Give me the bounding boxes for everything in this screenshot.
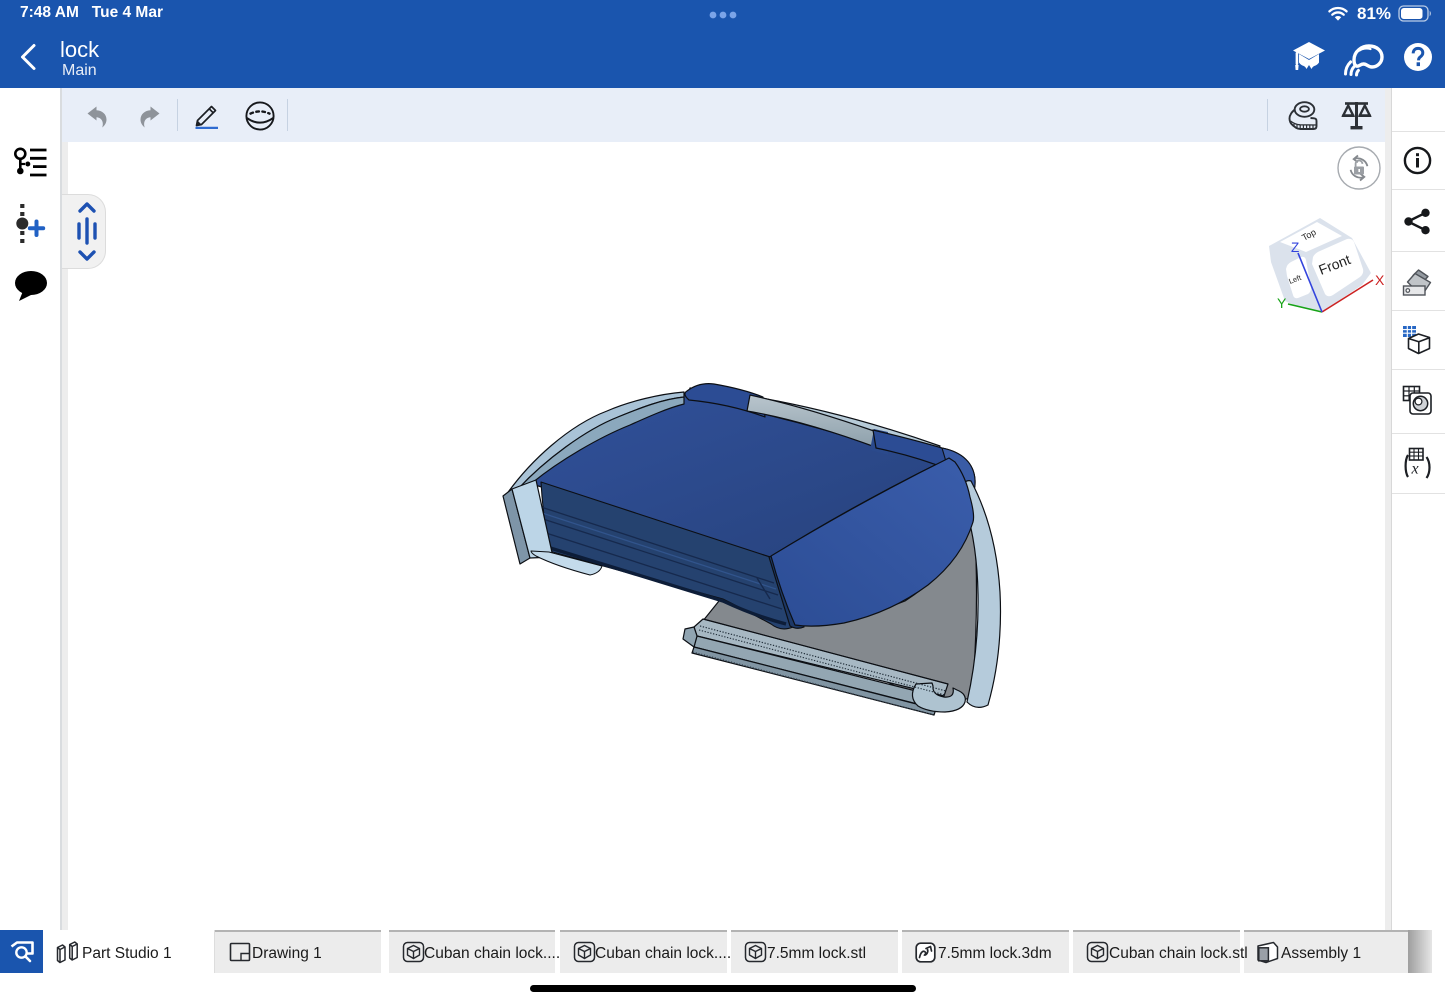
svg-text:X: X xyxy=(1375,272,1385,288)
svg-text:x: x xyxy=(1411,461,1419,478)
svg-text:Z: Z xyxy=(1291,240,1299,255)
svg-text:Y: Y xyxy=(1277,295,1287,311)
